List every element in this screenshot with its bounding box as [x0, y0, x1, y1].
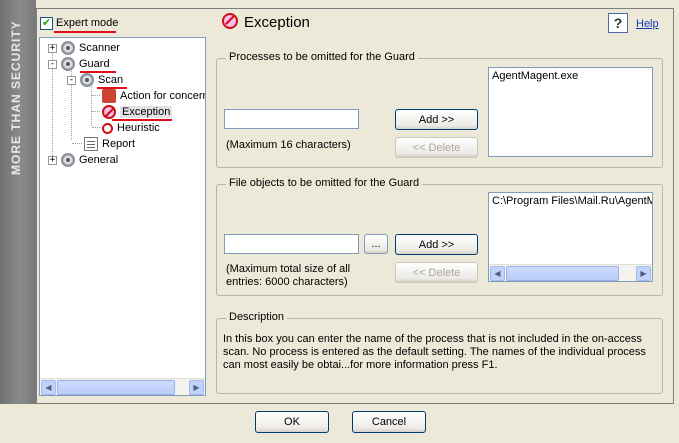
description-line: scan. No process is entered as the defau…: [223, 346, 646, 358]
add-process-button[interactable]: Add >>: [395, 109, 478, 130]
settings-tree[interactable]: + Scanner - Guard - Scan Action for conc…: [39, 37, 206, 396]
action-icon: [102, 89, 116, 103]
description-line: can most easily be obtai...for more info…: [223, 359, 498, 371]
file-hint-line1: (Maximum total size of all: [226, 263, 351, 275]
scroll-right-icon[interactable]: ▶: [189, 380, 204, 395]
file-object-list[interactable]: C:\Program Files\Mail.Ru\AgentM ◀ ▶: [488, 192, 653, 282]
add-file-button[interactable]: Add >>: [395, 234, 478, 255]
guard-underline: [80, 71, 116, 73]
side-banner: MORE THAN SECURITY: [0, 0, 36, 404]
tree-node-action-for-concern[interactable]: Action for concern: [102, 88, 206, 104]
guard-gear-icon: [61, 57, 75, 71]
tree-node-label: Report: [102, 138, 136, 150]
delete-process-button[interactable]: << Delete: [395, 137, 478, 158]
tree-node-general[interactable]: + General: [48, 152, 118, 168]
tree-connector: [92, 95, 100, 96]
cancel-button[interactable]: Cancel: [352, 411, 426, 433]
tree-connector: [91, 84, 92, 126]
expert-mode-checkbox[interactable]: ✔ Expert mode: [40, 15, 118, 31]
exception-underline: [112, 119, 172, 121]
help-link[interactable]: Help: [636, 18, 659, 30]
process-hint: (Maximum 16 characters): [226, 139, 351, 151]
tree-node-scanner[interactable]: + Scanner: [48, 40, 120, 56]
file-objects-group-title: File objects to be omitted for the Guard: [226, 177, 423, 189]
scrollbar-thumb[interactable]: [506, 266, 619, 281]
tree-node-label: Exception: [120, 106, 173, 118]
tree-node-guard[interactable]: - Guard: [48, 56, 110, 72]
check-icon[interactable]: ✔: [40, 16, 53, 30]
collapse-minus-icon[interactable]: -: [48, 59, 57, 69]
list-item[interactable]: C:\Program Files\Mail.Ru\AgentM: [489, 193, 652, 209]
scan-gear-icon: [80, 73, 94, 87]
general-gear-icon: [61, 153, 75, 167]
scroll-left-icon[interactable]: ◀: [490, 266, 505, 281]
scrollbar-thumb[interactable]: [57, 380, 175, 395]
page-title: Exception: [244, 14, 310, 31]
expert-mode-underline: [54, 31, 116, 33]
process-list[interactable]: AgentMagent.exe: [488, 67, 653, 157]
tree-node-label: Scan: [98, 74, 124, 86]
tree-node-label: Guard: [79, 58, 110, 70]
prohibited-icon: [102, 105, 116, 119]
processes-group-title: Processes to be omitted for the Guard: [226, 51, 418, 63]
help-book-icon[interactable]: ?: [608, 13, 628, 33]
description-line: In this box you can enter the name of th…: [223, 333, 642, 345]
description-text: In this box you can enter the name of th…: [223, 333, 646, 372]
expert-mode-label: Expert mode: [56, 17, 119, 29]
scroll-right-icon[interactable]: ▶: [636, 266, 651, 281]
tree-node-label: Heuristic: [117, 122, 160, 134]
exception-prohibited-icon: [222, 13, 238, 29]
side-banner-text: MORE THAN SECURITY: [9, 20, 23, 175]
tree-node-report[interactable]: Report: [84, 136, 135, 152]
delete-file-button[interactable]: << Delete: [395, 262, 478, 283]
description-group-title: Description: [226, 311, 288, 323]
tree-node-label: General: [79, 154, 119, 166]
process-name-input[interactable]: [224, 109, 359, 129]
collapse-minus-icon[interactable]: -: [67, 75, 76, 85]
tree-node-scan[interactable]: - Scan: [67, 72, 123, 88]
file-object-input[interactable]: [224, 234, 359, 254]
scan-underline: [97, 87, 127, 89]
tree-node-label: Scanner: [79, 42, 120, 54]
tree-node-exception[interactable]: Exception: [102, 104, 173, 120]
file-list-horizontal-scrollbar[interactable]: ◀ ▶: [489, 264, 652, 281]
file-hint: (Maximum total size of all entries: 6000…: [226, 263, 350, 289]
file-hint-line2: entries: 6000 characters): [226, 276, 348, 288]
browse-button[interactable]: ...: [364, 234, 388, 254]
scroll-left-icon[interactable]: ◀: [41, 380, 56, 395]
footer-bar: [0, 404, 679, 443]
scanner-gear-icon: [61, 41, 75, 55]
tree-connector: [92, 111, 100, 112]
tree-node-heuristic[interactable]: Heuristic: [102, 120, 160, 136]
tree-node-label: Action for concern: [120, 90, 206, 102]
tree-horizontal-scrollbar[interactable]: ◀ ▶: [40, 378, 205, 395]
search-icon: [102, 122, 113, 134]
list-item[interactable]: AgentMagent.exe: [492, 70, 649, 82]
expand-plus-icon[interactable]: +: [48, 43, 57, 53]
tree-connector: [92, 127, 100, 128]
ok-button[interactable]: OK: [255, 411, 329, 433]
document-icon: [84, 137, 98, 151]
expand-plus-icon[interactable]: +: [48, 155, 57, 165]
tree-connector: [72, 143, 82, 144]
